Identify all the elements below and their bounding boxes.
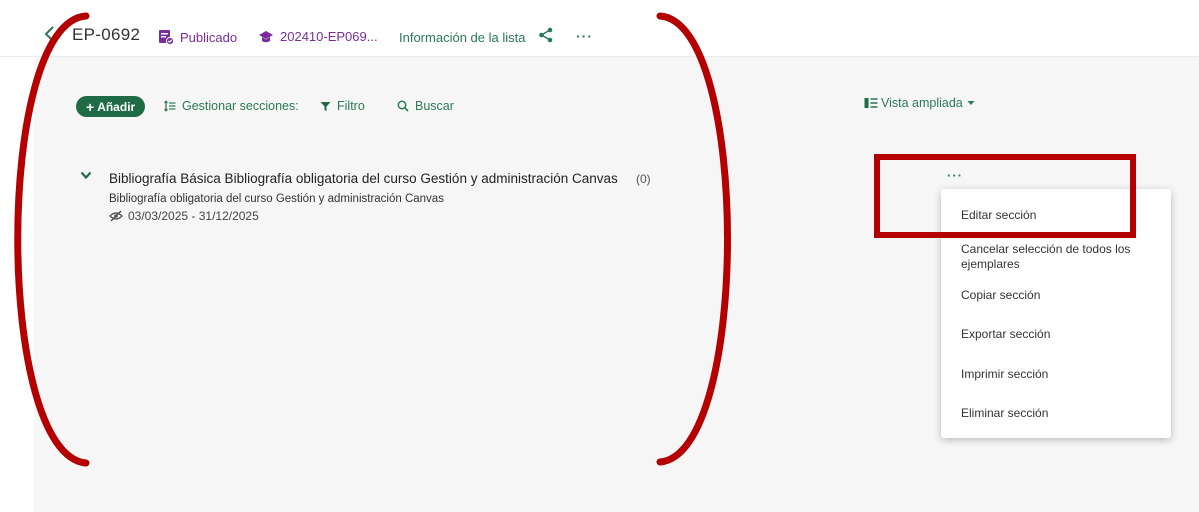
- status-badge[interactable]: Publicado: [158, 29, 237, 45]
- course-link[interactable]: 202410-EP069...: [258, 29, 378, 44]
- add-button-label: Añadir: [97, 99, 136, 114]
- section-title: Bibliografía Básica Bibliografía obligat…: [109, 171, 618, 186]
- section-count: (0): [636, 172, 651, 186]
- graduation-cap-icon: [259, 30, 273, 42]
- filter-label: Filtro: [337, 99, 365, 113]
- menu-copy-section[interactable]: Copiar sección: [961, 288, 1161, 303]
- published-icon: [159, 30, 174, 45]
- search-icon: [397, 100, 409, 112]
- menu-edit-section[interactable]: Editar sección: [961, 208, 1161, 223]
- list-info-link[interactable]: Información de la lista: [399, 30, 525, 45]
- section-description: Bibliografía obligatoria del curso Gesti…: [109, 193, 444, 205]
- chevron-left-icon[interactable]: [42, 24, 56, 44]
- hidden-eye-icon: [109, 210, 123, 222]
- sort-icon: [164, 100, 176, 112]
- menu-delete-section[interactable]: Eliminar sección: [961, 406, 1161, 421]
- add-button[interactable]: + Añadir: [76, 96, 146, 117]
- view-label: Vista ampliada: [881, 96, 963, 110]
- status-label: Publicado: [180, 29, 238, 45]
- search-button[interactable]: Buscar: [397, 99, 454, 113]
- share-icon[interactable]: [538, 27, 554, 43]
- menu-export-section[interactable]: Exportar sección: [961, 327, 1161, 342]
- plus-icon: +: [86, 98, 95, 115]
- search-label: Buscar: [415, 99, 454, 113]
- section-dates-text: 03/03/2025 - 31/12/2025: [128, 209, 259, 223]
- view-icon: [864, 98, 878, 108]
- manage-sections-button[interactable]: Gestionar secciones:: [164, 99, 299, 113]
- filter-button[interactable]: Filtro: [320, 99, 365, 113]
- section-menu: Editar sección Cancelar selección de tod…: [941, 189, 1171, 438]
- caret-down-icon: [967, 101, 975, 105]
- menu-deselect-all[interactable]: Cancelar selección de todos los ejemplar…: [961, 242, 1161, 272]
- course-label: 202410-EP069...: [280, 29, 378, 44]
- manage-sections-label: Gestionar secciones:: [182, 99, 299, 113]
- more-icon[interactable]: ···: [576, 28, 593, 44]
- section-dates: 03/03/2025 - 31/12/2025: [109, 209, 259, 223]
- filter-icon: [320, 101, 331, 111]
- menu-print-section[interactable]: Imprimir sección: [961, 367, 1161, 382]
- view-selector[interactable]: Vista ampliada: [864, 96, 975, 110]
- list-id: EP-0692: [72, 25, 141, 44]
- section-more-icon[interactable]: ···: [947, 168, 963, 183]
- chevron-down-icon[interactable]: [80, 171, 92, 180]
